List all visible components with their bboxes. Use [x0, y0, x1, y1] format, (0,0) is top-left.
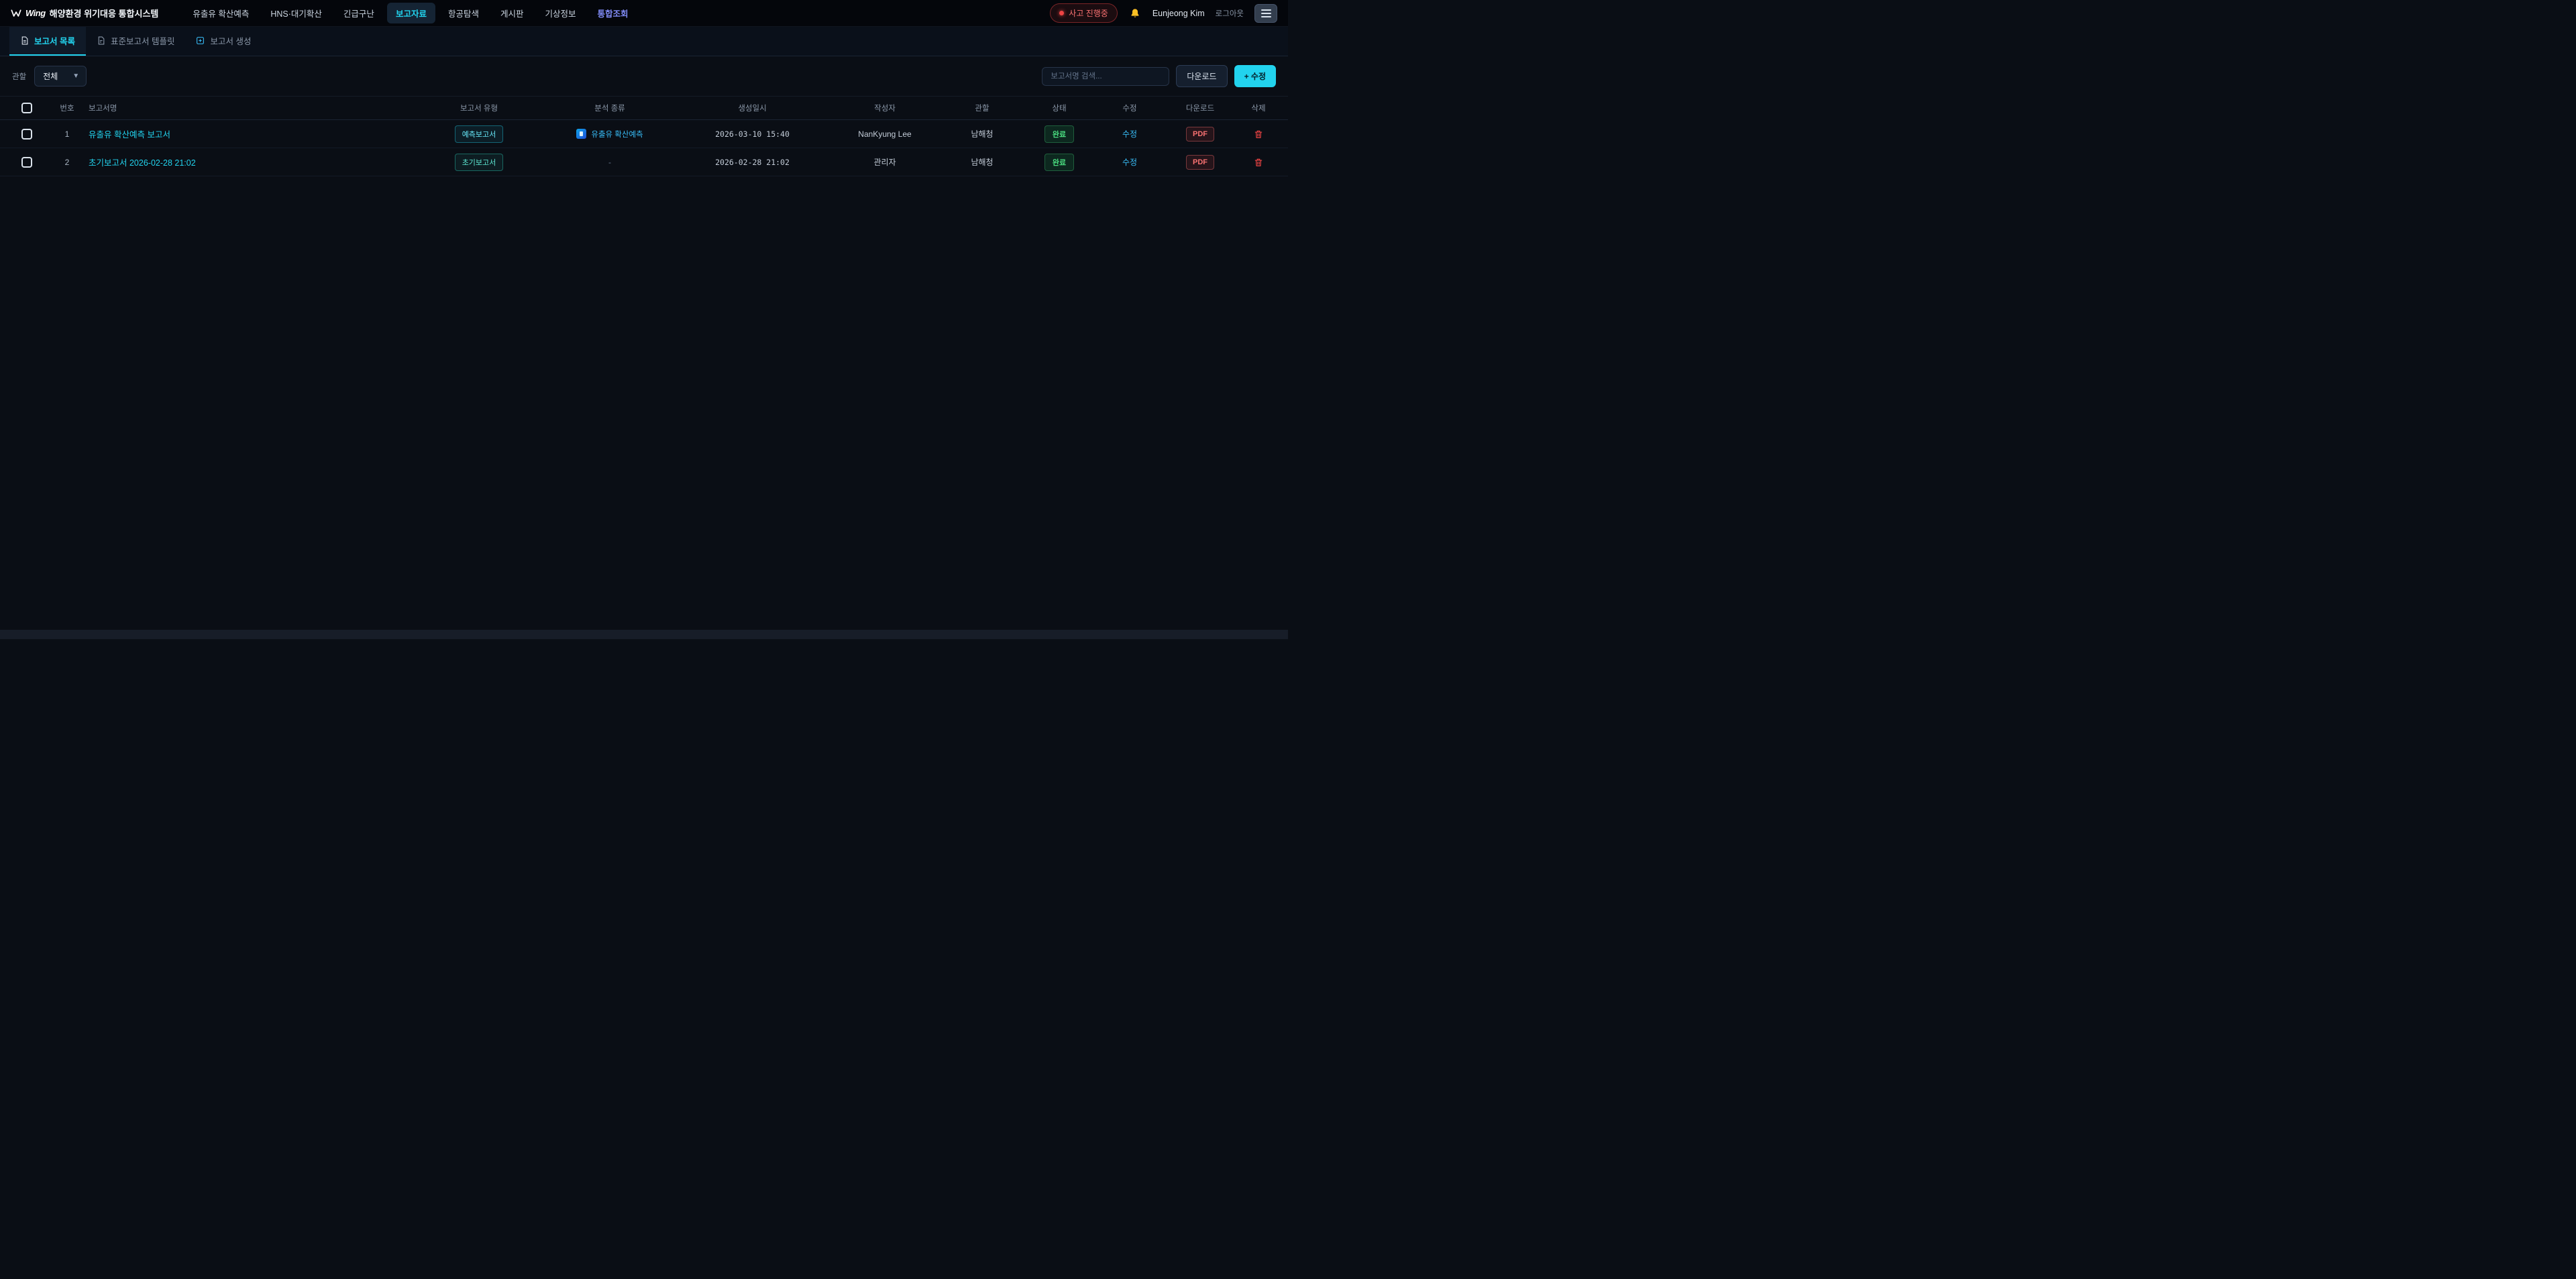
report-name-link[interactable]: 유출유 확산예측 보고서: [89, 127, 170, 140]
analysis-type-link[interactable]: 유출유 확산예측: [576, 129, 643, 140]
created-datetime: 2026-02-28 21:02: [677, 158, 828, 167]
jurisdiction: 남해청: [942, 128, 1022, 140]
delete-button[interactable]: [1252, 128, 1265, 140]
app-logo[interactable]: Wing 해양환경 위기대응 통합시스템: [11, 7, 158, 19]
author: 관리자: [828, 156, 942, 168]
report-type-badge: 초기보고서: [455, 154, 504, 171]
tab-standard-template[interactable]: 표준보고서 템플릿: [86, 27, 185, 56]
tab-standard-template-label: 표준보고서 템플릿: [111, 34, 174, 47]
oil-spill-analysis-icon: [576, 129, 586, 139]
col-header-type: 보고서 유형: [415, 103, 543, 113]
table-row: 2 초기보고서 2026-02-28 21:02 초기보고서 - 2026-02…: [0, 148, 1288, 176]
col-header-jurisdiction: 관할: [942, 103, 1022, 113]
table-header-row: 번호 보고서명 보고서 유형 분석 종류 생성일시 작성자 관할 상태 수정 다…: [0, 96, 1288, 120]
col-header-delete: 삭제: [1237, 103, 1280, 113]
create-report-icon: [196, 36, 205, 45]
incident-label: 사고 진행중: [1069, 7, 1108, 19]
status-badge: 완료: [1044, 125, 1074, 143]
wing-logo-icon: [11, 9, 21, 18]
nav-item-board[interactable]: 게시판: [492, 3, 533, 23]
row-checkbox[interactable]: [21, 157, 32, 168]
report-name-link[interactable]: 초기보고서 2026-02-28 21:02: [89, 156, 196, 168]
main-nav: 유출유 확산예측 HNS·대기확산 긴급구난 보고자료 항공탐색 게시판 기상정…: [184, 3, 637, 23]
bottom-scrollbar-track[interactable]: [0, 630, 1288, 639]
col-header-author: 작성자: [828, 103, 942, 113]
tab-create-report-label: 보고서 생성: [210, 34, 251, 47]
col-header-created: 생성일시: [677, 103, 828, 113]
col-header-no: 번호: [46, 103, 89, 113]
col-header-download: 다운로드: [1163, 103, 1237, 113]
jurisdiction: 남해청: [942, 156, 1022, 168]
pdf-download-button[interactable]: PDF: [1186, 127, 1214, 142]
logout-link[interactable]: 로그아웃: [1216, 8, 1244, 19]
nav-item-air-search[interactable]: 항공탐색: [439, 3, 488, 23]
row-number: 2: [46, 158, 89, 167]
nav-item-hns[interactable]: HNS·대기확산: [262, 3, 331, 23]
delete-button[interactable]: [1252, 156, 1265, 168]
logo-mark: Wing: [25, 8, 46, 18]
tab-report-list-label: 보고서 목록: [34, 34, 75, 47]
tab-create-report[interactable]: 보고서 생성: [185, 27, 262, 56]
user-name: Eunjeong Kim: [1152, 9, 1205, 18]
template-icon: [97, 36, 105, 45]
nav-item-rescue[interactable]: 긴급구난: [335, 3, 383, 23]
edit-link[interactable]: 수정: [1122, 128, 1137, 140]
jurisdiction-label: 관할: [12, 71, 26, 82]
bell-icon: [1130, 8, 1140, 19]
author: NanKyung Lee: [828, 129, 942, 139]
select-all-checkbox[interactable]: [21, 103, 32, 113]
trash-icon: [1254, 158, 1263, 167]
report-type-badge: 예측보고서: [455, 125, 504, 143]
col-header-status: 상태: [1022, 103, 1096, 113]
nav-item-reports[interactable]: 보고자료: [387, 3, 435, 23]
hamburger-icon: [1261, 9, 1271, 11]
nav-item-weather[interactable]: 기상정보: [536, 3, 584, 23]
nav-item-oil-spill[interactable]: 유출유 확산예측: [184, 3, 258, 23]
col-header-edit: 수정: [1096, 103, 1163, 113]
top-navigation-bar: Wing 해양환경 위기대응 통합시스템 유출유 확산예측 HNS·대기확산 긴…: [0, 0, 1288, 27]
edit-link[interactable]: 수정: [1122, 156, 1137, 168]
report-list-icon: [20, 36, 29, 45]
table-row: 1 유출유 확산예측 보고서 예측보고서 유출유 확산예측 2026-03-10…: [0, 120, 1288, 148]
create-button[interactable]: + 수정: [1234, 65, 1276, 87]
pdf-download-button[interactable]: PDF: [1186, 155, 1214, 170]
download-button[interactable]: 다운로드: [1176, 65, 1227, 87]
row-checkbox[interactable]: [21, 129, 32, 140]
analysis-type-label: 유출유 확산예측: [591, 129, 643, 140]
row-number: 1: [46, 129, 89, 139]
report-table: 번호 보고서명 보고서 유형 분석 종류 생성일시 작성자 관할 상태 수정 다…: [0, 96, 1288, 176]
topbar-right-cluster: 사고 진행중 Eunjeong Kim 로그아웃: [1050, 3, 1277, 23]
status-badge: 완료: [1044, 154, 1074, 171]
hamburger-menu-button[interactable]: [1254, 4, 1277, 23]
col-header-analysis: 분석 종류: [543, 103, 677, 113]
chevron-down-icon: ▼: [72, 72, 79, 80]
notifications-button[interactable]: [1128, 7, 1142, 20]
app-title: 해양환경 위기대응 통합시스템: [50, 7, 159, 19]
filter-right-cluster: 다운로드 + 수정: [1042, 65, 1276, 87]
trash-icon: [1254, 129, 1263, 139]
jurisdiction-select[interactable]: 전체 ▼: [34, 66, 87, 87]
filter-toolbar: 관할 전체 ▼ 다운로드 + 수정: [0, 56, 1288, 96]
incident-dot-icon: [1059, 11, 1064, 15]
incident-status-badge[interactable]: 사고 진행중: [1050, 3, 1118, 23]
report-search-input[interactable]: [1042, 67, 1169, 86]
col-header-name: 보고서명: [89, 103, 415, 113]
created-datetime: 2026-03-10 15:40: [677, 129, 828, 139]
jurisdiction-selected-value: 전체: [43, 70, 58, 82]
tab-report-list[interactable]: 보고서 목록: [9, 27, 86, 56]
nav-item-integrated-view[interactable]: 통합조회: [589, 3, 637, 23]
sub-tab-bar: 보고서 목록 표준보고서 템플릿 보고서 생성: [0, 27, 1288, 56]
analysis-type-empty: -: [608, 158, 611, 167]
